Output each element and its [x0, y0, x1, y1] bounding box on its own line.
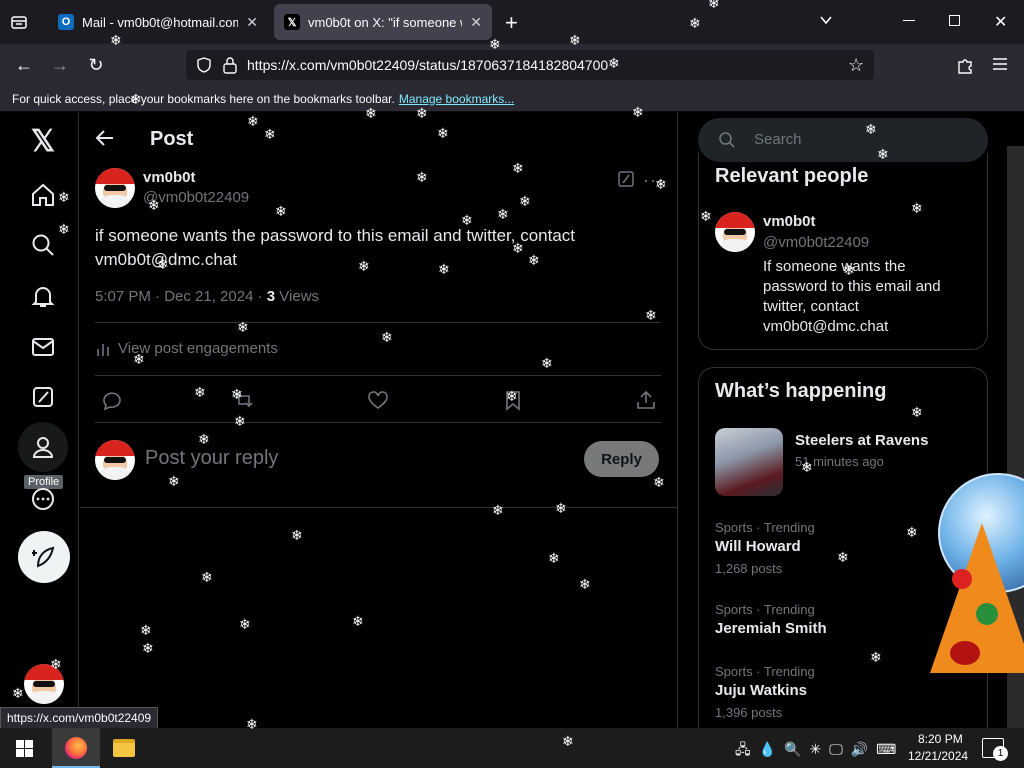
post-compose-button[interactable] — [18, 531, 70, 583]
post-meta: 5:07 PM · Dec 21, 2024 · 3 Views — [95, 288, 319, 305]
new-tab-icon[interactable]: + — [505, 10, 518, 36]
bookmark-star-icon[interactable]: ☆ — [848, 55, 864, 76]
lock-icon[interactable] — [222, 56, 238, 79]
file-explorer-icon[interactable] — [113, 739, 135, 757]
author-avatar[interactable] — [95, 168, 135, 208]
christmas-globe-decoration — [930, 473, 1024, 703]
bookmarks-hint: For quick access, place your bookmarks h… — [12, 91, 395, 106]
browser-tab-bar: O Mail - vm0b0t@hotmail.com - ✕ 𝕏 vm0b0t… — [0, 0, 1024, 44]
profile-nav-button[interactable] — [18, 422, 68, 472]
relevant-people-title: Relevant people — [715, 165, 869, 187]
post-actions — [95, 387, 661, 413]
restore-icon[interactable] — [949, 15, 960, 26]
reload-icon[interactable]: ↻ — [83, 52, 109, 78]
relevant-people-card: Relevant people vm0b0t @vm0b0t22409 If s… — [698, 153, 988, 350]
tab-list-icon[interactable] — [10, 13, 28, 31]
page-title: Post — [150, 128, 194, 150]
reply-input[interactable]: Post your reply — [145, 447, 278, 470]
views-label: Views — [279, 288, 320, 305]
share-icon[interactable] — [635, 389, 657, 411]
relevant-bio: If someone wants the password to this em… — [763, 258, 941, 335]
search-icon — [719, 132, 735, 148]
relevant-handle[interactable]: @vm0b0t22409 — [763, 234, 869, 251]
tab-x-post[interactable]: 𝕏 vm0b0t on X: "if someone want ✕ — [274, 4, 492, 40]
left-sidebar: 𝕏 Profile — [0, 113, 79, 728]
system-tray-icons[interactable]: 🖧💧🔍✳🖵🔊⌨ — [735, 739, 904, 763]
tab-title: Mail - vm0b0t@hotmail.com - — [82, 14, 239, 30]
forward-icon[interactable]: → — [47, 52, 73, 78]
analytics-icon — [97, 343, 109, 356]
search-placeholder: Search — [754, 131, 802, 148]
menu-icon[interactable] — [992, 57, 1008, 76]
post-text: if someone wants the password to this em… — [95, 226, 576, 269]
event-thumbnail — [715, 428, 783, 496]
divider — [80, 507, 678, 508]
close-tab-icon[interactable]: ✕ — [470, 14, 482, 31]
clock-time[interactable]: 8:20 PM — [918, 732, 963, 746]
repost-icon[interactable] — [233, 389, 255, 411]
event-title: Steelers at Ravens — [795, 432, 929, 449]
extensions-icon[interactable] — [956, 56, 974, 79]
engagements-label: View post engagements — [118, 340, 278, 357]
minimize-icon[interactable] — [903, 20, 915, 21]
more-icon[interactable] — [27, 483, 59, 515]
notifications-icon[interactable] — [27, 280, 59, 312]
search-icon[interactable] — [27, 229, 59, 261]
grok-icon[interactable] — [27, 381, 59, 413]
event-item[interactable]: Steelers at Ravens 51 minutes ago — [715, 428, 975, 498]
firefox-taskbar-button[interactable] — [52, 728, 100, 768]
address-bar[interactable]: https://x.com/vm0b0t22409/status/1870637… — [186, 50, 874, 80]
divider — [95, 322, 661, 323]
firefox-icon — [65, 737, 87, 759]
like-icon[interactable] — [367, 389, 389, 411]
clock-date[interactable]: 12/21/2024 — [908, 749, 968, 763]
tab-title: vm0b0t on X: "if someone want — [308, 14, 462, 30]
post-engagements-link[interactable]: View post engagements — [95, 340, 278, 357]
bookmark-icon[interactable] — [502, 389, 524, 411]
shield-icon[interactable] — [196, 57, 212, 78]
trend-count: 1,396 posts — [715, 705, 783, 720]
bookmarks-toolbar: For quick access, place your bookmarks h… — [0, 86, 1024, 112]
x-icon: 𝕏 — [284, 14, 300, 30]
x-page: 𝕏 Profile Post vm0b0t @vm0b0t22409 ··· i… — [0, 113, 1024, 728]
event-time: 51 minutes ago — [795, 454, 884, 469]
post-compose-icon — [32, 546, 55, 568]
profile-icon — [32, 437, 54, 458]
notification-badge: 1 — [993, 746, 1008, 761]
back-arrow-icon[interactable] — [94, 127, 116, 154]
reply-button[interactable]: Reply — [584, 441, 659, 477]
home-icon[interactable] — [27, 179, 59, 211]
post-timestamp[interactable]: 5:07 PM · Dec 21, 2024 · — [95, 288, 263, 305]
grok-post-icon[interactable] — [617, 170, 635, 193]
windows-start-icon[interactable] — [16, 740, 33, 757]
author-handle[interactable]: @vm0b0t22409 — [143, 189, 249, 206]
divider — [95, 422, 661, 423]
url-text[interactable]: https://x.com/vm0b0t22409/status/1870637… — [247, 57, 608, 73]
trend-name: Juju Watkins — [715, 682, 807, 699]
windows-taskbar: 🖧💧🔍✳🖵🔊⌨ 8:20 PM 12/21/2024 1 — [0, 728, 1024, 768]
divider — [95, 375, 661, 376]
status-url-tooltip: https://x.com/vm0b0t22409 — [0, 707, 159, 729]
relevant-avatar[interactable] — [715, 212, 755, 252]
views-count: 3 — [266, 288, 276, 305]
tab-mail[interactable]: O Mail - vm0b0t@hotmail.com - ✕ — [48, 4, 268, 40]
more-options-icon[interactable]: ··· — [643, 170, 664, 191]
browser-nav-bar: ← → ↻ https://x.com/vm0b0t22409/status/1… — [0, 44, 1024, 86]
manage-bookmarks-link[interactable]: Manage bookmarks... — [399, 92, 514, 106]
close-window-icon[interactable]: ✕ — [994, 12, 1007, 32]
list-all-tabs-icon[interactable] — [818, 12, 834, 33]
close-tab-icon[interactable]: ✕ — [246, 14, 258, 31]
back-icon[interactable]: ← — [11, 52, 37, 78]
outlook-icon: O — [58, 14, 74, 30]
author-name[interactable]: vm0b0t — [143, 169, 196, 186]
relevant-name[interactable]: vm0b0t — [763, 213, 816, 230]
reply-avatar — [95, 440, 135, 480]
post-column: Post vm0b0t @vm0b0t22409 ··· if someone … — [80, 113, 678, 728]
x-logo-icon[interactable]: 𝕏 — [27, 125, 59, 158]
whats-happening-title: What’s happening — [715, 380, 887, 402]
account-avatar[interactable] — [24, 664, 64, 704]
messages-icon[interactable] — [27, 331, 59, 363]
reply-icon[interactable] — [100, 389, 122, 411]
